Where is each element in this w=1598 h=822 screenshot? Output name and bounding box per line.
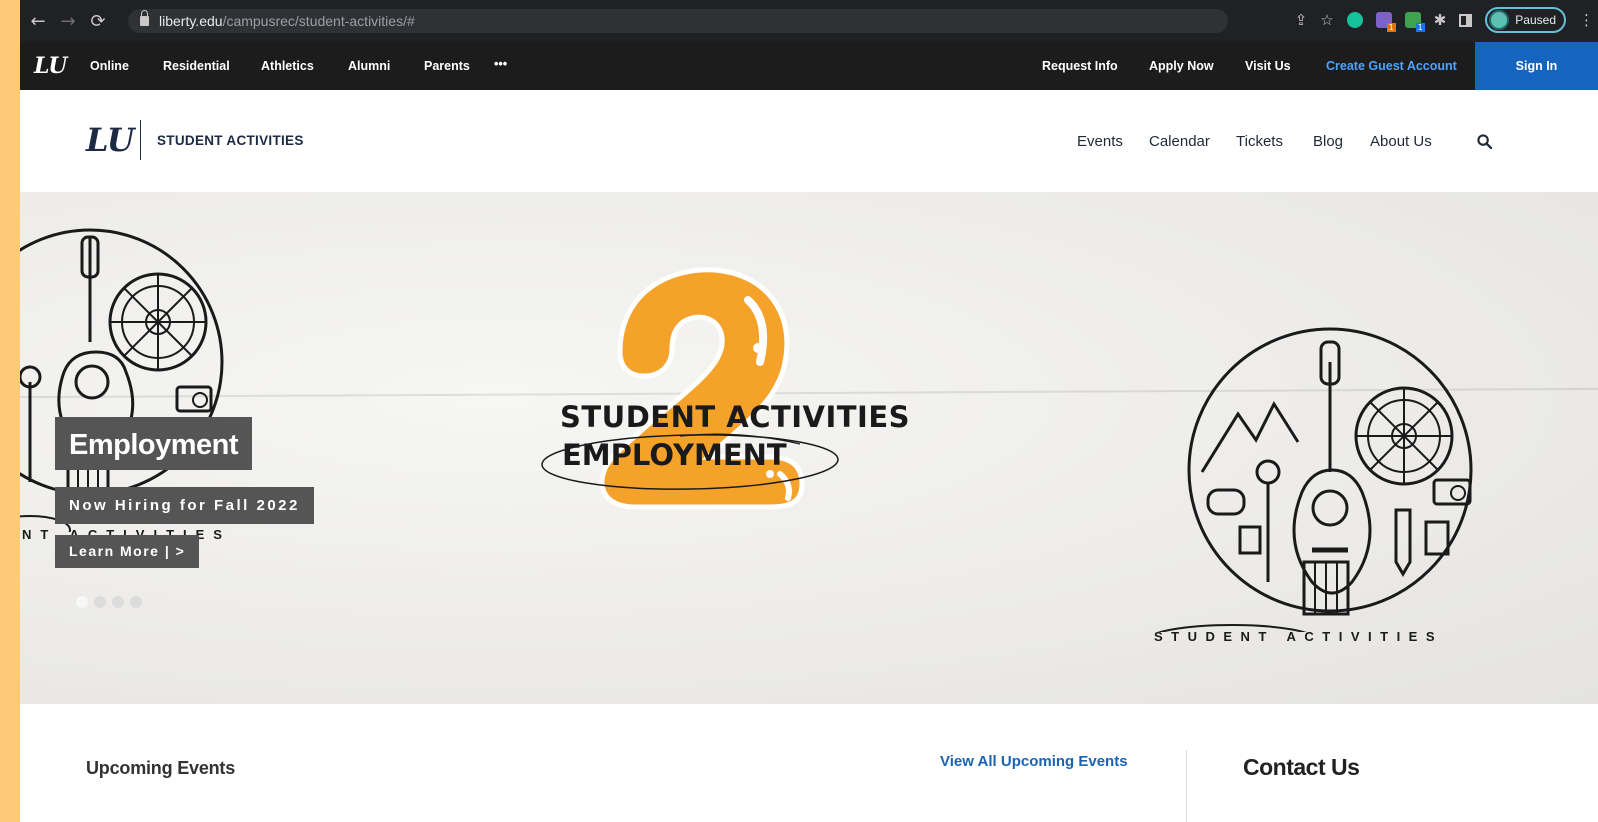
menu-tickets[interactable]: Tickets: [1236, 133, 1283, 150]
learn-more-button[interactable]: Learn More | >: [55, 535, 200, 568]
section-divider: [1186, 750, 1187, 822]
puzzle-icon[interactable]: ✱: [1434, 11, 1447, 29]
side-panel-icon[interactable]: [1459, 13, 1473, 27]
sign-in-button[interactable]: Sign In: [1475, 42, 1598, 90]
slide-subtitle: Now Hiring for Fall 2022: [55, 487, 314, 524]
back-arrow-icon[interactable]: ←: [26, 11, 50, 32]
nav-alumni[interactable]: Alumni: [348, 59, 390, 73]
contact-us-heading: Contact Us: [1243, 754, 1360, 780]
avatar: [1489, 10, 1510, 30]
hero-title-line1: STUDENT ACTIVITIES: [560, 400, 911, 434]
extension-icon[interactable]: 1: [1404, 12, 1425, 32]
reload-icon[interactable]: ⟳: [86, 11, 110, 32]
hero-center-title: STUDENT ACTIVITIES EMPLOYMENT: [560, 400, 910, 472]
carousel-dot[interactable]: [94, 596, 106, 608]
extension-icon[interactable]: 1: [1375, 12, 1396, 32]
grammarly-icon[interactable]: [1346, 12, 1363, 28]
menu-events[interactable]: Events: [1077, 133, 1123, 150]
nav-residential[interactable]: Residential: [163, 59, 230, 73]
profile-status: Paused: [1515, 13, 1556, 27]
nav-more[interactable]: •••: [494, 57, 507, 71]
extension-badge: 1: [1415, 23, 1425, 32]
carousel-dots: [76, 596, 142, 608]
forward-arrow-icon[interactable]: →: [56, 11, 80, 32]
hero-title-line2: EMPLOYMENT: [562, 438, 787, 472]
browser-window: ← → ⟳ liberty.edu/campusrec/student-acti…: [20, 0, 1598, 822]
lock-icon: [140, 10, 149, 26]
site-logo[interactable]: LU: [86, 121, 135, 159]
logo-divider: [140, 120, 141, 160]
star-icon[interactable]: ☆: [1320, 11, 1333, 29]
slide-title: Employment: [55, 417, 253, 470]
nav-create-guest-account[interactable]: Create Guest Account: [1326, 59, 1457, 73]
nav-request-info[interactable]: Request Info: [1042, 59, 1118, 73]
url-host: liberty.edu: [159, 13, 223, 29]
profile-button[interactable]: Paused: [1485, 7, 1566, 33]
extension-badge: 1: [1386, 23, 1396, 32]
browser-actions: ⇪ ☆ 1 1 ✱ Paused ⋮: [1295, 7, 1594, 33]
nav-parents[interactable]: Parents: [424, 59, 470, 73]
kebab-menu-icon[interactable]: ⋮: [1579, 11, 1594, 29]
url-path: /campusrec/student-activities/#: [222, 13, 415, 29]
carousel-dot[interactable]: [76, 596, 88, 608]
menu-calendar[interactable]: Calendar: [1149, 133, 1210, 150]
lu-logo[interactable]: LU: [34, 53, 67, 79]
address-bar[interactable]: liberty.edu/campusrec/student-activities…: [128, 9, 1228, 33]
activities-emblem-left: [20, 228, 224, 532]
activities-emblem-right: [1157, 327, 1473, 632]
number-two-dot: [753, 343, 763, 353]
site-header: LU STUDENT ACTIVITIES Events Calendar Ti…: [20, 90, 1598, 192]
carousel-dot[interactable]: [112, 596, 124, 608]
menu-about-us[interactable]: About Us: [1370, 133, 1432, 150]
search-icon[interactable]: [1477, 134, 1492, 149]
nav-athletics[interactable]: Athletics: [261, 59, 314, 73]
view-all-events-link[interactable]: View All Upcoming Events: [940, 753, 1128, 770]
nav-apply-now[interactable]: Apply Now: [1149, 59, 1214, 73]
nav-visit-us[interactable]: Visit Us: [1245, 59, 1291, 73]
browser-toolbar: ← → ⟳ liberty.edu/campusrec/student-acti…: [20, 0, 1598, 42]
nav-online[interactable]: Online: [90, 59, 129, 73]
upcoming-events-heading: Upcoming Events: [86, 758, 236, 778]
site-title[interactable]: STUDENT ACTIVITIES: [157, 133, 304, 148]
menu-blog[interactable]: Blog: [1313, 133, 1343, 150]
global-nav: LU Online Residential Athletics Alumni P…: [20, 42, 1598, 90]
carousel-dot[interactable]: [130, 596, 142, 608]
emblem-caption: STUDENT ACTIVITIES: [1154, 629, 1444, 644]
hero-carousel: STUDENT ACTIVITIES EMPLOYMENT NT ACTIVIT…: [20, 192, 1598, 704]
share-icon[interactable]: ⇪: [1295, 11, 1308, 29]
